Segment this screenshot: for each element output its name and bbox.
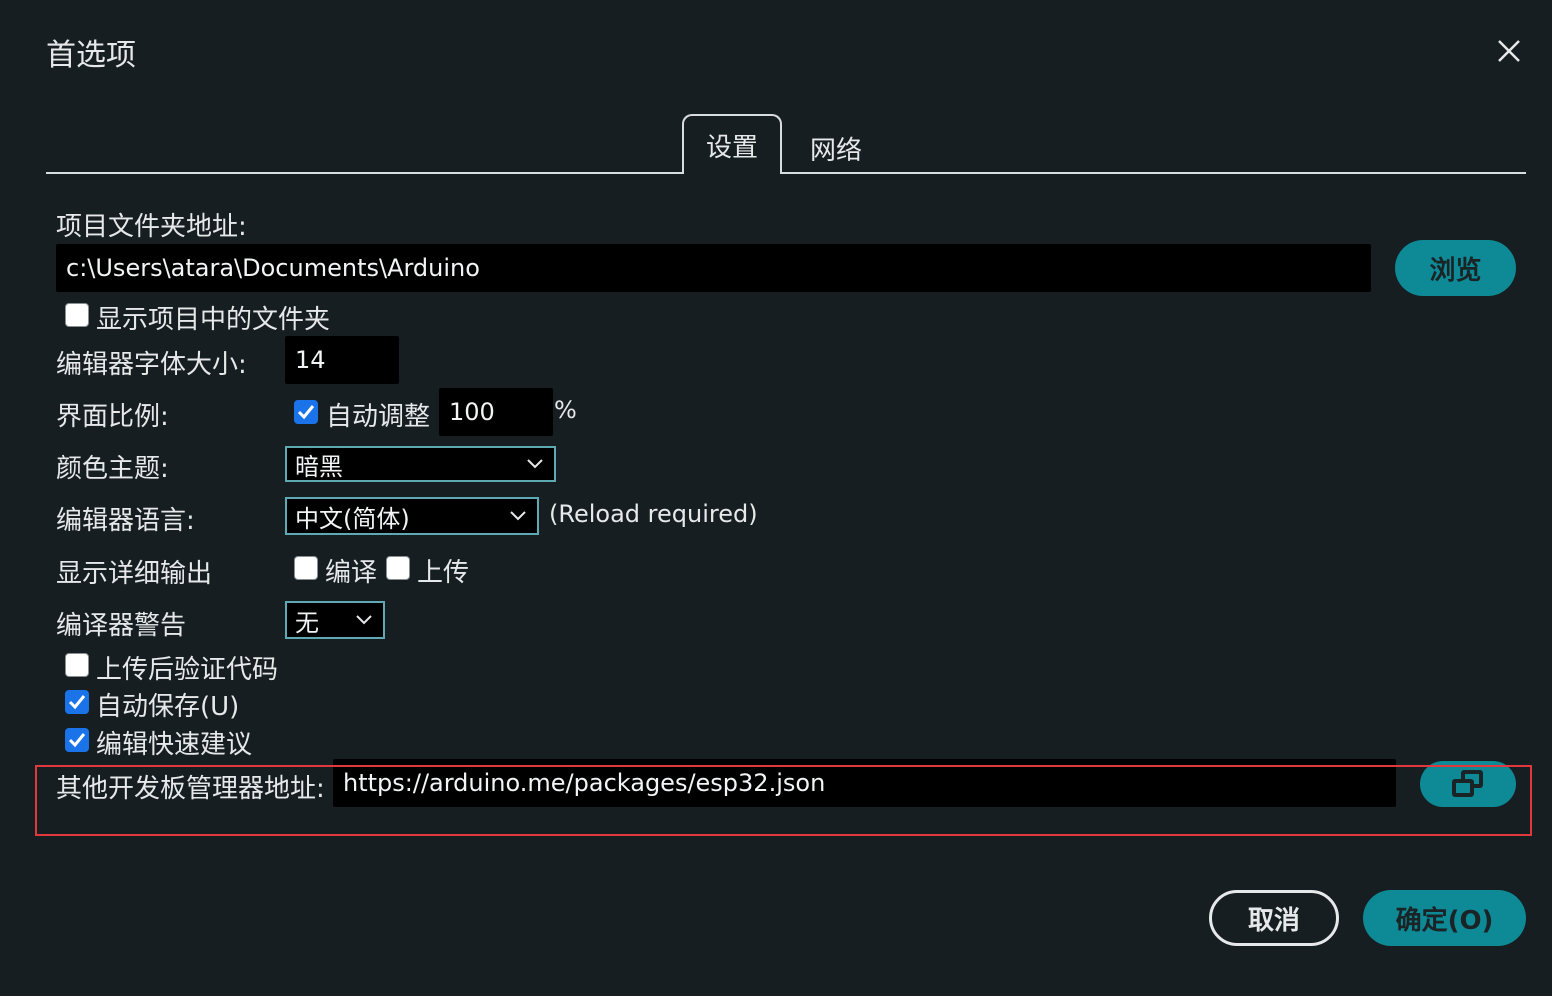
show-files-checkbox[interactable] <box>65 303 89 327</box>
chevron-down-icon <box>356 615 372 625</box>
tab-network-label: 网络 <box>810 136 863 166</box>
tab-network[interactable]: 网络 <box>810 130 862 167</box>
highlight-box <box>35 765 1532 836</box>
language-label: 编辑器语言: <box>56 506 195 536</box>
theme-label: 颜色主题: <box>56 454 169 484</box>
tab-settings-label: 设置 <box>705 132 758 163</box>
sketchbook-label: 项目文件夹地址: <box>56 212 247 242</box>
verify-after-upload-checkbox[interactable] <box>65 653 89 677</box>
scale-label: 界面比例: <box>56 402 169 432</box>
sketchbook-path-input[interactable]: c:\Users\atara\Documents\Arduino <box>56 244 1371 292</box>
show-files-label: 显示项目中的文件夹 <box>96 305 331 335</box>
chevron-down-icon <box>527 459 543 469</box>
chevron-down-icon <box>510 511 526 521</box>
reload-note: (Reload required) <box>549 500 758 528</box>
tab-divider <box>46 172 1526 174</box>
verbose-compile-label: 编译 <box>325 558 378 588</box>
theme-select[interactable]: 暗黑 <box>285 446 556 482</box>
verbose-upload-checkbox[interactable] <box>386 556 410 580</box>
checkmark-icon <box>68 733 86 748</box>
verify-after-upload-label: 上传后验证代码 <box>96 655 279 685</box>
theme-select-value: 暗黑 <box>295 452 343 481</box>
scale-input[interactable]: 100 <box>439 388 553 436</box>
verbose-upload-label: 上传 <box>417 558 470 588</box>
close-icon[interactable] <box>1490 32 1528 70</box>
font-size-label: 编辑器字体大小: <box>56 350 247 380</box>
ok-button[interactable]: 确定(O) <box>1363 890 1526 946</box>
language-select-value: 中文(简体) <box>295 504 410 533</box>
cancel-button[interactable]: 取消 <box>1209 890 1339 946</box>
warnings-select[interactable]: 无 <box>285 601 385 639</box>
tab-settings[interactable]: 设置 <box>682 114 782 174</box>
language-select[interactable]: 中文(简体) <box>285 497 539 535</box>
quick-suggestions-checkbox[interactable] <box>65 728 89 752</box>
font-size-input[interactable]: 14 <box>285 336 399 384</box>
auto-save-label: 自动保存(U) <box>96 692 240 722</box>
scale-unit: % <box>554 396 577 424</box>
verbose-compile-checkbox[interactable] <box>294 556 318 580</box>
checkmark-icon <box>68 695 86 710</box>
auto-scale-label: 自动调整 <box>326 402 431 432</box>
browse-button[interactable]: 浏览 <box>1395 240 1516 296</box>
auto-save-checkbox[interactable] <box>65 690 89 714</box>
quick-suggestions-label: 编辑快速建议 <box>96 730 253 760</box>
verbose-label: 显示详细输出 <box>56 559 213 589</box>
checkmark-icon <box>297 405 315 420</box>
warnings-label: 编译器警告 <box>56 611 187 641</box>
warnings-select-value: 无 <box>295 608 319 637</box>
auto-scale-checkbox[interactable] <box>294 400 318 424</box>
preferences-dialog: 首选项 设置 网络 项目文件夹地址: c:\Users\atara\Docume… <box>0 0 1552 996</box>
dialog-title: 首选项 <box>46 38 136 73</box>
